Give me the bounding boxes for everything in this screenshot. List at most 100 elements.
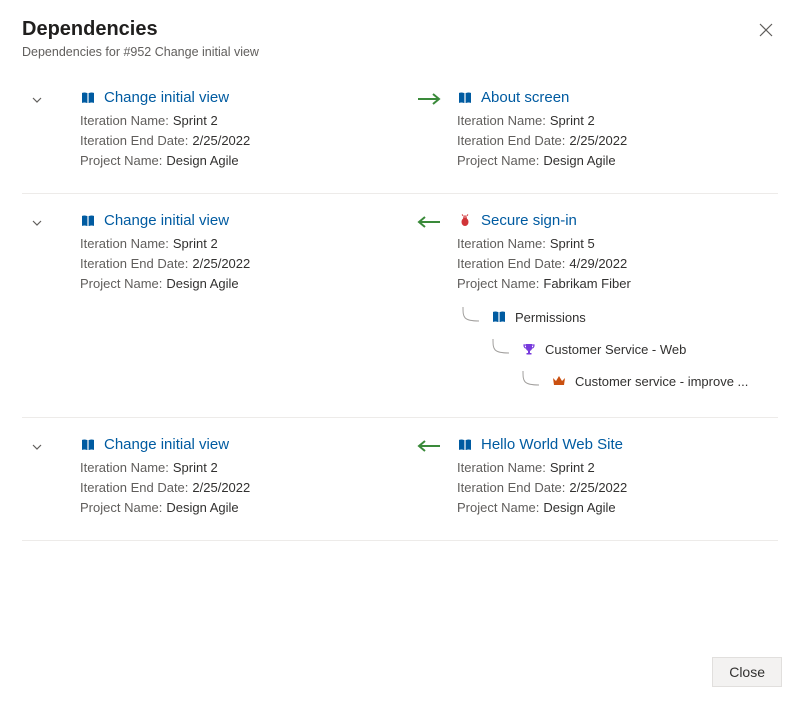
work-item-header: Change initial view xyxy=(80,212,401,229)
iteration-end-value: 2/25/2022 xyxy=(569,480,627,495)
iteration-name-value: Sprint 2 xyxy=(173,113,218,128)
book-icon xyxy=(80,437,96,453)
iteration-name-value: Sprint 2 xyxy=(173,236,218,251)
dependencies-list: Change initial view Iteration Name: Sprin… xyxy=(22,81,778,541)
arrow-right-icon xyxy=(416,91,442,107)
child-item[interactable]: Permissions xyxy=(457,301,778,333)
child-item[interactable]: Customer Service - Web xyxy=(457,333,778,365)
book-icon xyxy=(491,309,507,325)
child-item-label: Customer service - improve ... xyxy=(575,374,748,389)
book-icon xyxy=(80,213,96,229)
iteration-name-label: Iteration Name: xyxy=(457,236,546,251)
chevron-col xyxy=(22,89,80,107)
close-icon[interactable] xyxy=(754,18,778,42)
project-name-row: Project Name:Design Agile xyxy=(80,500,401,515)
iteration-end-label: Iteration End Date: xyxy=(457,256,565,271)
successor-item: Secure sign-in Iteration Name: Sprint 5 I… xyxy=(457,212,778,397)
project-name-row: Project Name:Fabrikam Fiber xyxy=(457,276,778,291)
work-item-children: Permissions Customer Service - Web Custo… xyxy=(457,301,778,397)
chevron-down-icon[interactable] xyxy=(30,216,80,230)
work-item-title[interactable]: Secure sign-in xyxy=(481,212,577,229)
chevron-col xyxy=(22,436,80,454)
work-item-title[interactable]: Change initial view xyxy=(104,436,229,453)
book-icon xyxy=(457,90,473,106)
dependency-row: Change initial view Iteration Name: Sprin… xyxy=(22,81,778,194)
iteration-name-row: Iteration Name: Sprint 2 xyxy=(457,113,778,128)
project-name-row: Project Name:Design Agile xyxy=(80,276,401,291)
tree-connector-icon xyxy=(487,339,513,359)
iteration-end-label: Iteration End Date: xyxy=(80,256,188,271)
project-name-row: Project Name: Design Agile xyxy=(80,153,401,168)
project-name-value: Design Agile xyxy=(166,500,238,515)
chevron-col xyxy=(22,212,80,230)
successor-item: Hello World Web Site Iteration Name:Spri… xyxy=(457,436,778,520)
iteration-name-label: Iteration Name: xyxy=(457,113,546,128)
iteration-end-row: Iteration End Date: 4/29/2022 xyxy=(457,256,778,271)
tree-connector-icon xyxy=(457,307,483,327)
project-name-label: Project Name: xyxy=(457,500,539,515)
project-name-row: Project Name:Design Agile xyxy=(457,500,778,515)
dependencies-dialog: Dependencies Dependencies for #952 Chang… xyxy=(0,0,800,705)
bug-icon xyxy=(457,213,473,229)
work-item-title[interactable]: Change initial view xyxy=(104,212,229,229)
work-item-header: Hello World Web Site xyxy=(457,436,778,453)
child-item[interactable]: Customer service - improve ... xyxy=(457,365,778,397)
iteration-name-value: Sprint 5 xyxy=(550,236,595,251)
predecessor-item: Change initial view Iteration Name: Sprin… xyxy=(80,436,401,520)
dialog-subtitle: Dependencies for #952 Change initial vie… xyxy=(22,45,259,59)
iteration-end-value: 2/25/2022 xyxy=(569,133,627,148)
dependency-row: Change initial view Iteration Name: Sprin… xyxy=(22,194,778,418)
dialog-title: Dependencies xyxy=(22,18,259,41)
iteration-name-label: Iteration Name: xyxy=(80,460,169,475)
project-name-value: Design Agile xyxy=(166,276,238,291)
iteration-end-label: Iteration End Date: xyxy=(457,133,565,148)
iteration-end-value: 4/29/2022 xyxy=(569,256,627,271)
successor-item: About screen Iteration Name: Sprint 2 Ite… xyxy=(457,89,778,173)
dialog-footer: Close xyxy=(712,657,782,687)
project-name-label: Project Name: xyxy=(457,153,539,168)
iteration-end-row: Iteration End Date: 2/25/2022 xyxy=(457,133,778,148)
predecessor-item: Change initial view Iteration Name: Sprin… xyxy=(80,212,401,296)
project-name-value: Design Agile xyxy=(166,153,238,168)
iteration-end-value: 2/25/2022 xyxy=(192,480,250,495)
arrow-left-icon xyxy=(416,214,442,230)
direction-col xyxy=(401,89,457,107)
direction-col xyxy=(401,436,457,454)
book-icon xyxy=(457,437,473,453)
child-item-label: Permissions xyxy=(515,310,586,325)
iteration-name-value: Sprint 2 xyxy=(173,460,218,475)
iteration-name-row: Iteration Name: Sprint 5 xyxy=(457,236,778,251)
iteration-end-row: Iteration End Date: 2/25/2022 xyxy=(80,480,401,495)
iteration-name-value: Sprint 2 xyxy=(550,460,595,475)
chevron-down-icon[interactable] xyxy=(30,440,80,454)
iteration-end-row: Iteration End Date:2/25/2022 xyxy=(80,256,401,271)
work-item-title[interactable]: About screen xyxy=(481,89,569,106)
work-item-title[interactable]: Change initial view xyxy=(104,89,229,106)
project-name-row: Project Name: Design Agile xyxy=(457,153,778,168)
predecessor-item: Change initial view Iteration Name: Sprin… xyxy=(80,89,401,173)
trophy-icon xyxy=(521,341,537,357)
chevron-down-icon[interactable] xyxy=(30,93,80,107)
project-name-label: Project Name: xyxy=(80,153,162,168)
project-name-value: Design Agile xyxy=(543,153,615,168)
dialog-header: Dependencies Dependencies for #952 Chang… xyxy=(22,18,778,59)
project-name-value: Fabrikam Fiber xyxy=(543,276,630,291)
work-item-header: Change initial view xyxy=(80,436,401,453)
iteration-end-value: 2/25/2022 xyxy=(192,133,250,148)
iteration-name-row: Iteration Name: Sprint 2 xyxy=(80,113,401,128)
iteration-name-label: Iteration Name: xyxy=(80,113,169,128)
iteration-end-label: Iteration End Date: xyxy=(80,480,188,495)
work-item-header: Change initial view xyxy=(80,89,401,106)
iteration-name-label: Iteration Name: xyxy=(80,236,169,251)
iteration-end-row: Iteration End Date:2/25/2022 xyxy=(457,480,778,495)
book-icon xyxy=(80,90,96,106)
iteration-end-label: Iteration End Date: xyxy=(80,133,188,148)
crown-icon xyxy=(551,373,567,389)
work-item-header: About screen xyxy=(457,89,778,106)
direction-col xyxy=(401,212,457,230)
work-item-title[interactable]: Hello World Web Site xyxy=(481,436,623,453)
close-button[interactable]: Close xyxy=(712,657,782,687)
iteration-end-row: Iteration End Date: 2/25/2022 xyxy=(80,133,401,148)
child-item-label: Customer Service - Web xyxy=(545,342,686,357)
iteration-name-value: Sprint 2 xyxy=(550,113,595,128)
